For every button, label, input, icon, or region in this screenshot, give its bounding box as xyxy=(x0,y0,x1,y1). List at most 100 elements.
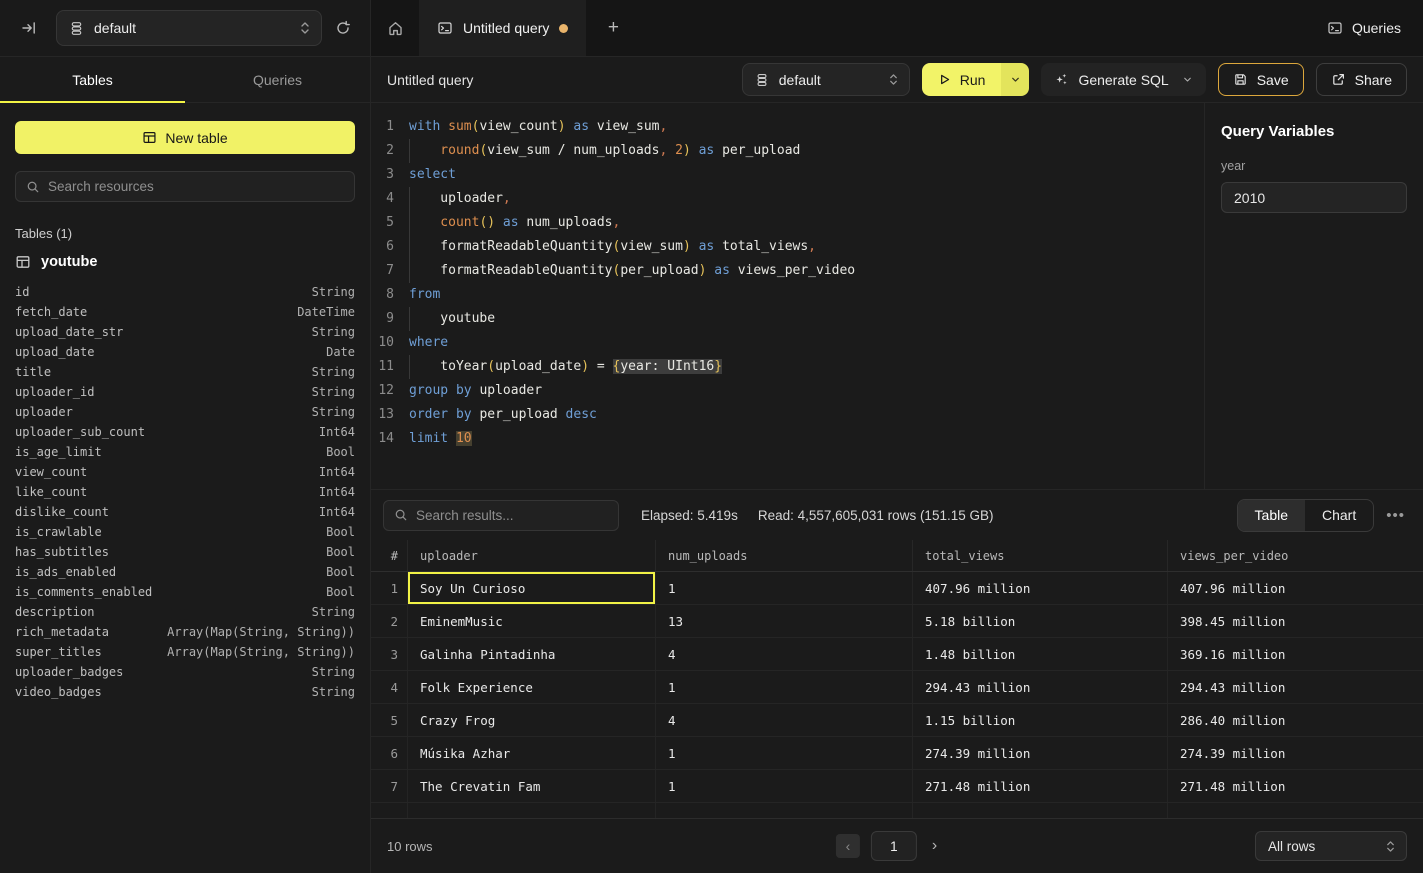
code-line[interactable]: 7formatReadableQuantity(per_upload) as v… xyxy=(371,259,1204,283)
column-header-num-uploads[interactable]: num_uploads xyxy=(655,540,912,571)
view-toggle-chart[interactable]: Chart xyxy=(1305,500,1373,531)
generate-sql-button[interactable]: Generate SQL xyxy=(1041,63,1205,96)
table-cell[interactable]: 286.40 million xyxy=(1167,704,1423,736)
column-header-uploader[interactable]: uploader xyxy=(407,540,655,571)
table-cell[interactable]: 407.96 million xyxy=(912,572,1167,604)
app-window: default Untitled query xyxy=(0,0,1423,873)
toolbar-database-selector[interactable]: default xyxy=(742,63,910,96)
column-header-views-per-video[interactable]: views_per_video xyxy=(1167,540,1423,571)
table-cell[interactable]: 4 xyxy=(655,704,912,736)
column-name: dislike_count xyxy=(15,505,109,519)
code-line[interactable]: 11toYear(upload_date) = {year: UInt16} xyxy=(371,355,1204,379)
table-cell[interactable]: 4 xyxy=(655,638,912,670)
queries-button[interactable]: Queries xyxy=(1327,0,1401,56)
code-line[interactable]: 1with sum(view_count) as view_sum, xyxy=(371,115,1204,139)
page-number-input[interactable]: 1 xyxy=(871,831,917,861)
sql-editor[interactable]: 1with sum(view_count) as view_sum,2round… xyxy=(371,103,1204,489)
view-toggle-table[interactable]: Table xyxy=(1238,500,1305,531)
table-cell[interactable]: 274.39 million xyxy=(1167,737,1423,769)
search-resources-input[interactable] xyxy=(48,179,344,194)
code-line[interactable]: 6formatReadableQuantity(view_sum) as tot… xyxy=(371,235,1204,259)
next-page-button[interactable]: › xyxy=(928,837,941,855)
table-cell[interactable]: Soy Un Curioso xyxy=(407,572,655,604)
code-line[interactable]: 14limit 10 xyxy=(371,427,1204,451)
column-header-total-views[interactable]: total_views xyxy=(912,540,1167,571)
search-icon xyxy=(394,508,408,522)
share-icon xyxy=(1331,72,1346,87)
new-tab-button[interactable]: + xyxy=(586,0,640,56)
code-line[interactable]: 3select xyxy=(371,163,1204,187)
table-cell[interactable]: 1.48 billion xyxy=(912,638,1167,670)
results-panel: Elapsed: 5.419s Read: 4,557,605,031 rows… xyxy=(371,489,1423,873)
row-number: 3 xyxy=(371,638,407,670)
schema-column-row: view_countInt64 xyxy=(15,462,355,482)
results-menu-button[interactable]: ••• xyxy=(1386,507,1405,524)
code-line[interactable]: 5count() as num_uploads, xyxy=(371,211,1204,235)
table-cell[interactable]: 369.16 million xyxy=(1167,638,1423,670)
table-cell[interactable]: 5.18 billion xyxy=(912,605,1167,637)
code-line[interactable]: 9youtube xyxy=(371,307,1204,331)
schema-column-row: has_subtitlesBool xyxy=(15,542,355,562)
unsaved-changes-dot xyxy=(559,24,568,33)
plus-icon: + xyxy=(608,17,619,39)
indent-guide xyxy=(409,211,440,235)
new-table-button[interactable]: New table xyxy=(15,121,355,154)
code-line[interactable]: 4uploader, xyxy=(371,187,1204,211)
search-results-input[interactable] xyxy=(416,508,608,523)
refresh-button[interactable] xyxy=(330,15,356,41)
prev-page-button[interactable]: ‹ xyxy=(836,834,860,858)
table-cell[interactable]: 407.96 million xyxy=(1167,572,1423,604)
column-header-index[interactable]: # xyxy=(371,540,407,571)
code-text: select xyxy=(409,163,1204,187)
table-cell[interactable]: 1 xyxy=(655,737,912,769)
code-line[interactable]: 10where xyxy=(371,331,1204,355)
row-count-label: 10 rows xyxy=(387,839,433,854)
code-line[interactable]: 2round(view_sum / num_uploads, 2) as per… xyxy=(371,139,1204,163)
sidebar-tab-queries[interactable]: Queries xyxy=(185,57,370,102)
table-cell[interactable]: 271.48 million xyxy=(912,770,1167,802)
code-line[interactable]: 13order by per_upload desc xyxy=(371,403,1204,427)
sidebar-tab-tables[interactable]: Tables xyxy=(0,57,185,102)
column-name: like_count xyxy=(15,485,87,499)
page-size-select[interactable]: All rows xyxy=(1255,831,1407,861)
schema-column-row: video_badgesString xyxy=(15,682,355,702)
column-type: Array(Map(String, String)) xyxy=(167,625,355,639)
table-cell[interactable]: Crazy Frog xyxy=(407,704,655,736)
save-button[interactable]: Save xyxy=(1218,63,1304,96)
table-cell[interactable]: EminemMusic xyxy=(407,605,655,637)
code-line[interactable]: 8from xyxy=(371,283,1204,307)
query-tab[interactable]: Untitled query xyxy=(419,0,586,56)
database-selector[interactable]: default xyxy=(56,10,322,46)
code-line[interactable]: 12group by uploader xyxy=(371,379,1204,403)
table-cell[interactable]: 13 xyxy=(655,605,912,637)
home-button[interactable] xyxy=(371,0,419,56)
table-cell[interactable]: 1 xyxy=(655,770,912,802)
table-cell[interactable]: 274.39 million xyxy=(912,737,1167,769)
table-cell[interactable]: 271.48 million xyxy=(1167,770,1423,802)
table-cell[interactable]: Músika Azhar xyxy=(407,737,655,769)
variable-input-year[interactable] xyxy=(1221,182,1407,213)
column-type: Int64 xyxy=(319,485,355,499)
table-cell[interactable]: 294.43 million xyxy=(912,671,1167,703)
table-cell[interactable]: 294.43 million xyxy=(1167,671,1423,703)
schema-column-row: uploader_idString xyxy=(15,382,355,402)
run-button[interactable]: Run xyxy=(922,63,1002,96)
table-cell[interactable]: 1 xyxy=(655,671,912,703)
chevron-down-icon[interactable] xyxy=(1182,74,1193,85)
table-cell[interactable]: Galinha Pintadinha xyxy=(407,638,655,670)
table-cell[interactable]: 1.15 billion xyxy=(912,704,1167,736)
table-cell[interactable]: The Crevatin Fam xyxy=(407,770,655,802)
table-cell[interactable]: Folk Experience xyxy=(407,671,655,703)
table-row: 5Crazy Frog41.15 billion286.40 million xyxy=(371,704,1423,737)
code-text: with sum(view_count) as view_sum, xyxy=(409,115,1204,139)
line-number: 11 xyxy=(371,355,409,379)
run-options-button[interactable] xyxy=(1001,63,1029,96)
table-cell[interactable]: 398.45 million xyxy=(1167,605,1423,637)
share-button[interactable]: Share xyxy=(1316,63,1407,96)
sidebar-collapse-button[interactable] xyxy=(16,15,42,41)
line-number: 1 xyxy=(371,115,409,139)
schema-column-row: dislike_countInt64 xyxy=(15,502,355,522)
column-name: view_count xyxy=(15,465,87,479)
table-cell[interactable]: 1 xyxy=(655,572,912,604)
table-item-youtube[interactable]: youtube xyxy=(15,254,355,270)
